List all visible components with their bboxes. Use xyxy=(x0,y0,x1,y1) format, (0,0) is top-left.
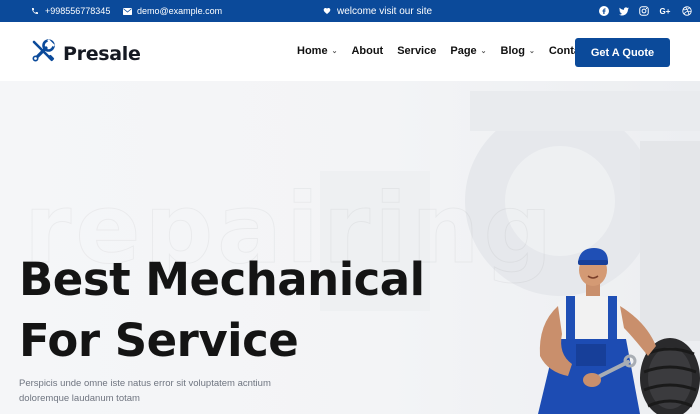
phone-number: +998556778345 xyxy=(45,6,111,16)
site-logo[interactable]: Presale xyxy=(30,38,141,69)
main-nav: Home ⌄ About Service Page ⌄ Blog ⌄ Conta… xyxy=(297,45,590,57)
nav-label-about: About xyxy=(351,45,384,57)
facebook-icon[interactable] xyxy=(598,6,609,17)
wrench-screwdriver-icon xyxy=(30,38,56,69)
instagram-icon[interactable] xyxy=(638,6,649,17)
chevron-down-icon: ⌄ xyxy=(480,48,487,55)
google-plus-icon[interactable]: G+ xyxy=(658,6,672,17)
twitter-icon[interactable] xyxy=(618,6,629,17)
nav-label-home: Home xyxy=(297,45,328,57)
heart-icon xyxy=(322,6,332,16)
site-header: Presale Home ⌄ About Service Page ⌄ Blog… xyxy=(0,22,700,81)
envelope-icon xyxy=(122,6,132,16)
welcome-text: welcome visit our site xyxy=(337,5,433,17)
phone-icon xyxy=(30,6,40,16)
dribbble-icon[interactable] xyxy=(681,6,692,17)
get-quote-button[interactable]: Get A Quote xyxy=(575,38,670,67)
welcome-message: welcome visit our site xyxy=(322,0,432,22)
chevron-down-icon: ⌄ xyxy=(331,48,338,55)
nav-item-blog[interactable]: Blog ⌄ xyxy=(501,45,535,57)
social-links: G+ xyxy=(598,0,692,22)
hero-title-line2: For Service xyxy=(19,314,299,367)
top-bar: +998556778345 demo@example.com welcome v… xyxy=(0,0,700,22)
logo-text: Presale xyxy=(63,42,141,65)
nav-item-about[interactable]: About xyxy=(351,45,383,57)
nav-item-home[interactable]: Home ⌄ xyxy=(297,45,337,57)
chevron-down-icon: ⌄ xyxy=(528,48,535,55)
nav-label-page: Page xyxy=(450,45,477,57)
hero-description: Perspicis unde omne iste natus error sit… xyxy=(19,378,271,404)
hero-title-line1: Best Mechanical xyxy=(19,253,425,306)
hero-section: repairing Best Mechanical For Service Pe… xyxy=(0,81,700,414)
email-contact[interactable]: demo@example.com xyxy=(122,0,222,22)
nav-item-service[interactable]: Service xyxy=(397,45,436,57)
nav-item-page[interactable]: Page ⌄ xyxy=(450,45,486,57)
email-address: demo@example.com xyxy=(137,6,223,16)
nav-label-blog: Blog xyxy=(500,45,525,57)
hero-title: Best Mechanical For Service xyxy=(19,249,425,371)
phone-contact[interactable]: +998556778345 xyxy=(30,0,110,22)
nav-label-service: Service xyxy=(397,45,437,57)
mechanic-image xyxy=(538,248,700,414)
